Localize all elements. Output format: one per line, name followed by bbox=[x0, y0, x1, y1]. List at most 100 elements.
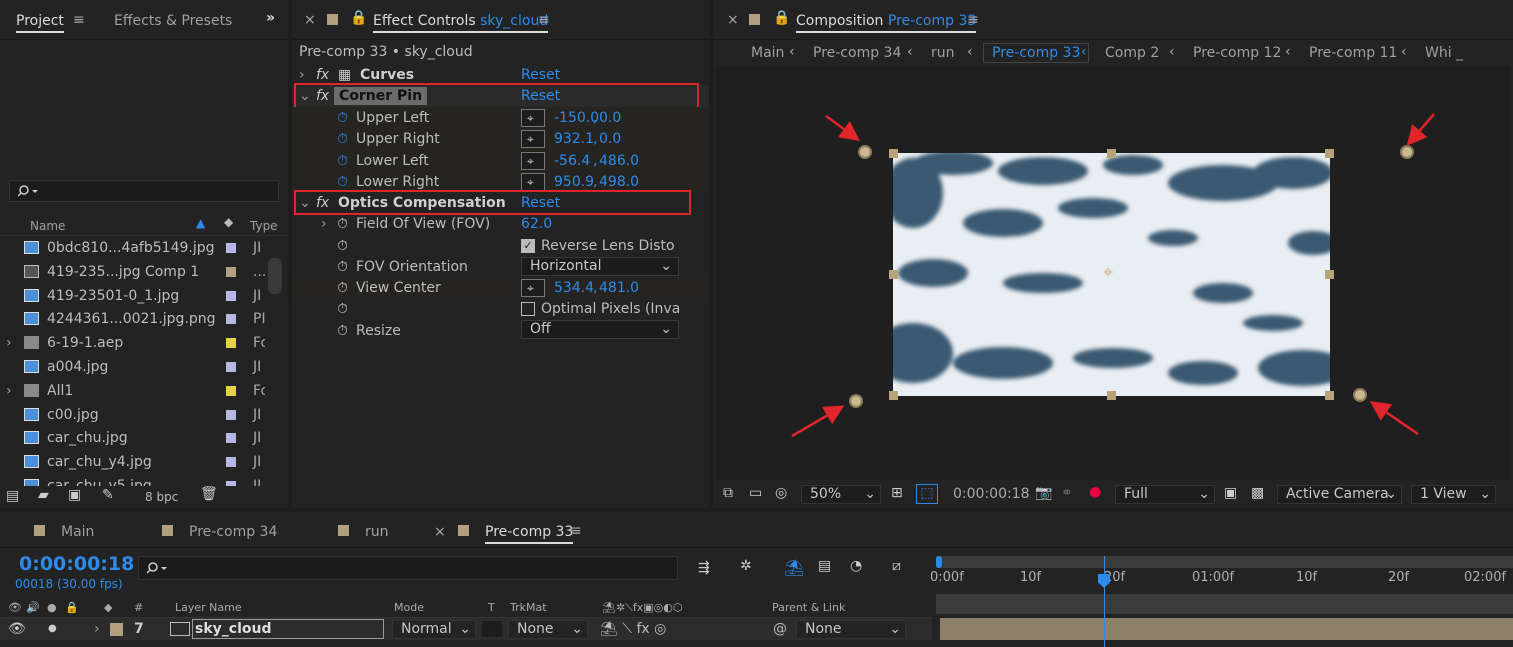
list-item[interactable]: car_chu_y4.jpg JI bbox=[0, 450, 265, 474]
layer-row[interactable]: 👁 ● › 7 sky_cloud Normal ⌄ None ⌄ ⛱ ⟍ fx ◎… bbox=[0, 618, 932, 640]
transparency-grid-icon[interactable]: ⬚ bbox=[916, 484, 938, 504]
parent-select[interactable]: None ⌄ bbox=[796, 620, 906, 639]
layer-switches[interactable]: ⛱ ⟍ fx ◎ bbox=[600, 618, 666, 640]
work-area-start[interactable] bbox=[936, 556, 942, 568]
hamburger-icon[interactable]: ≡ bbox=[570, 523, 582, 539]
label-swatch[interactable] bbox=[226, 243, 236, 253]
timeline-tab[interactable]: run bbox=[365, 524, 389, 540]
list-item[interactable]: 419-235...jpg Comp 1... bbox=[0, 260, 265, 284]
crosshair-button[interactable]: ⌖ bbox=[521, 130, 545, 149]
lock-column-icon[interactable]: 🔒 bbox=[65, 598, 79, 618]
time-ruler[interactable]: 0:00f 10f 20f 01:00f 10f 20f 02:00f bbox=[930, 556, 1513, 596]
crosshair-button[interactable]: ⌖ bbox=[521, 172, 545, 191]
list-item[interactable]: 4244361...0021.jpg.png PI bbox=[0, 307, 265, 331]
stopwatch-icon[interactable]: ⏱ bbox=[337, 298, 348, 320]
comp-viewer[interactable]: ⌖ bbox=[716, 66, 1510, 480]
shy-layers-icon[interactable]: ⛱ bbox=[784, 558, 804, 577]
fov-value[interactable]: 62.0 bbox=[521, 213, 552, 235]
col-layer-name[interactable]: Layer Name bbox=[175, 598, 242, 618]
list-item[interactable]: › All1 Fo bbox=[0, 379, 265, 403]
prop-corner-1[interactable]: ⏱ Upper Right ⌖ 932.1, 0.0 bbox=[292, 128, 709, 151]
col-name[interactable]: Name bbox=[30, 219, 65, 233]
project-scrollbar[interactable] bbox=[268, 258, 282, 294]
label-column-icon[interactable]: ◆ bbox=[104, 598, 112, 618]
vr-icon[interactable]: ◎ bbox=[775, 485, 787, 501]
layer-mode-select[interactable]: Normal ⌄ bbox=[392, 620, 476, 639]
label-swatch[interactable] bbox=[226, 362, 236, 372]
flow-item[interactable]: Pre-comp 11 bbox=[1309, 45, 1397, 61]
label-swatch[interactable] bbox=[226, 409, 236, 420]
padlock-icon[interactable]: 🔒 bbox=[773, 10, 790, 26]
hamburger-icon[interactable]: ≡ bbox=[967, 12, 979, 28]
frame-blending-icon[interactable]: ▤ bbox=[818, 558, 831, 574]
label-swatch[interactable] bbox=[226, 338, 236, 349]
padlock-icon[interactable]: 🔒 bbox=[350, 10, 367, 26]
stopwatch-icon[interactable]: ⏱ bbox=[337, 277, 348, 299]
interpret-footage-icon[interactable]: ▤ bbox=[6, 488, 19, 504]
trash-icon[interactable]: 🗑 bbox=[200, 486, 218, 502]
search-input[interactable] bbox=[9, 180, 279, 202]
value-y[interactable]: 0.0 bbox=[599, 107, 621, 129]
timecode-display[interactable]: 0:00:00:18 bbox=[953, 486, 1030, 502]
list-item[interactable]: 419-23501-0_1.jpg JI bbox=[0, 284, 265, 308]
video-toggle-icon[interactable]: 👁 bbox=[8, 598, 22, 618]
chevron-right-icon[interactable]: › bbox=[94, 618, 100, 640]
prop-corner-2[interactable]: ⏱ Lower Left ⌖ -56.4, 486.0 bbox=[292, 149, 709, 172]
reverse-checkbox[interactable]: ✓ bbox=[521, 239, 535, 253]
hamburger-icon[interactable]: ≡ bbox=[73, 12, 85, 28]
layer-name[interactable]: sky_cloud bbox=[192, 619, 384, 639]
close-tab-icon[interactable]: × bbox=[304, 12, 316, 28]
lock-icon[interactable] bbox=[327, 14, 338, 25]
hamburger-icon[interactable]: ≡ bbox=[538, 12, 550, 28]
label-swatch[interactable] bbox=[226, 290, 236, 301]
stopwatch-icon[interactable]: ⏱ bbox=[337, 128, 348, 150]
eye-icon[interactable]: 👁 bbox=[8, 618, 26, 640]
chevron-right-icon[interactable]: › bbox=[6, 379, 12, 403]
label-swatch[interactable] bbox=[226, 433, 236, 444]
comp-mini-flowchart-icon[interactable]: ⇶ bbox=[698, 560, 710, 576]
prop-corner-0[interactable]: ⏱ Upper Left ⌖ -150.0, 0.0 bbox=[292, 107, 709, 129]
bpc-button[interactable]: 8 bpc bbox=[145, 490, 178, 504]
flow-item[interactable]: Whi _ bbox=[1425, 45, 1463, 61]
resize-select[interactable]: Off ⌄ bbox=[521, 320, 679, 339]
stopwatch-icon[interactable]: ⏱ bbox=[337, 256, 348, 278]
list-item[interactable]: c00.jpg JI bbox=[0, 403, 265, 427]
prop-fov[interactable]: › ⏱ Field Of View (FOV) 62.0 bbox=[292, 213, 709, 235]
expand-panels-icon[interactable]: » bbox=[266, 10, 275, 26]
timeline-search[interactable] bbox=[138, 556, 678, 580]
trkmat-select[interactable]: None ⌄ bbox=[508, 620, 588, 639]
tab-effect-controls[interactable]: Effect Controls sky_cloud bbox=[373, 13, 549, 33]
comp-swatch[interactable] bbox=[162, 525, 173, 536]
flow-item[interactable]: Comp 2 bbox=[1105, 45, 1159, 61]
timeline-tab[interactable]: Pre-comp 34 bbox=[189, 524, 277, 540]
fast-preview-icon[interactable]: ▣ bbox=[1224, 485, 1237, 501]
comp-swatch[interactable] bbox=[458, 525, 469, 536]
always-preview-icon[interactable]: ⧉ bbox=[723, 485, 733, 501]
view-center-y[interactable]: 481.0 bbox=[599, 277, 639, 299]
camera-icon[interactable]: 📷 bbox=[1035, 485, 1052, 501]
solo-icon[interactable]: ● bbox=[47, 598, 57, 618]
optimal-checkbox[interactable] bbox=[521, 302, 535, 316]
stopwatch-icon[interactable]: ⏱ bbox=[337, 107, 348, 129]
fov-orientation-select[interactable]: Horizontal ⌄ bbox=[521, 257, 679, 276]
list-item[interactable]: a004.jpg JI bbox=[0, 355, 265, 379]
snapshot-icon[interactable]: ⚭ bbox=[1061, 485, 1073, 501]
draft-3d-icon[interactable]: ✲ bbox=[740, 558, 752, 574]
timeline-tab[interactable]: Main bbox=[61, 524, 94, 540]
crosshair-button[interactable]: ⌖ bbox=[521, 109, 545, 127]
timeline-tab[interactable]: Pre-comp 33 bbox=[485, 524, 574, 544]
tab-composition[interactable]: Composition Pre-comp 33 bbox=[796, 13, 977, 33]
list-item[interactable]: › 6-19-1.aep Fo bbox=[0, 331, 265, 355]
channel-icon[interactable]: ● bbox=[1089, 484, 1101, 500]
list-item[interactable]: 0bdc810...4afb5149.jpg JI bbox=[0, 236, 265, 260]
solo-dot[interactable]: ● bbox=[48, 618, 57, 640]
project-settings-icon[interactable]: ✎ bbox=[102, 487, 114, 503]
chevron-right-icon[interactable]: › bbox=[321, 213, 327, 235]
graph-editor-icon[interactable]: ⧄ bbox=[892, 558, 901, 574]
label-tag-icon[interactable]: ◆ bbox=[224, 215, 233, 229]
close-tab-icon[interactable]: × bbox=[727, 12, 739, 28]
toggle-transparency-icon[interactable]: ▩ bbox=[1251, 485, 1264, 501]
label-swatch[interactable] bbox=[226, 457, 236, 468]
comp-swatch[interactable] bbox=[749, 14, 760, 25]
current-time[interactable]: 0:00:00:18 bbox=[19, 553, 134, 575]
